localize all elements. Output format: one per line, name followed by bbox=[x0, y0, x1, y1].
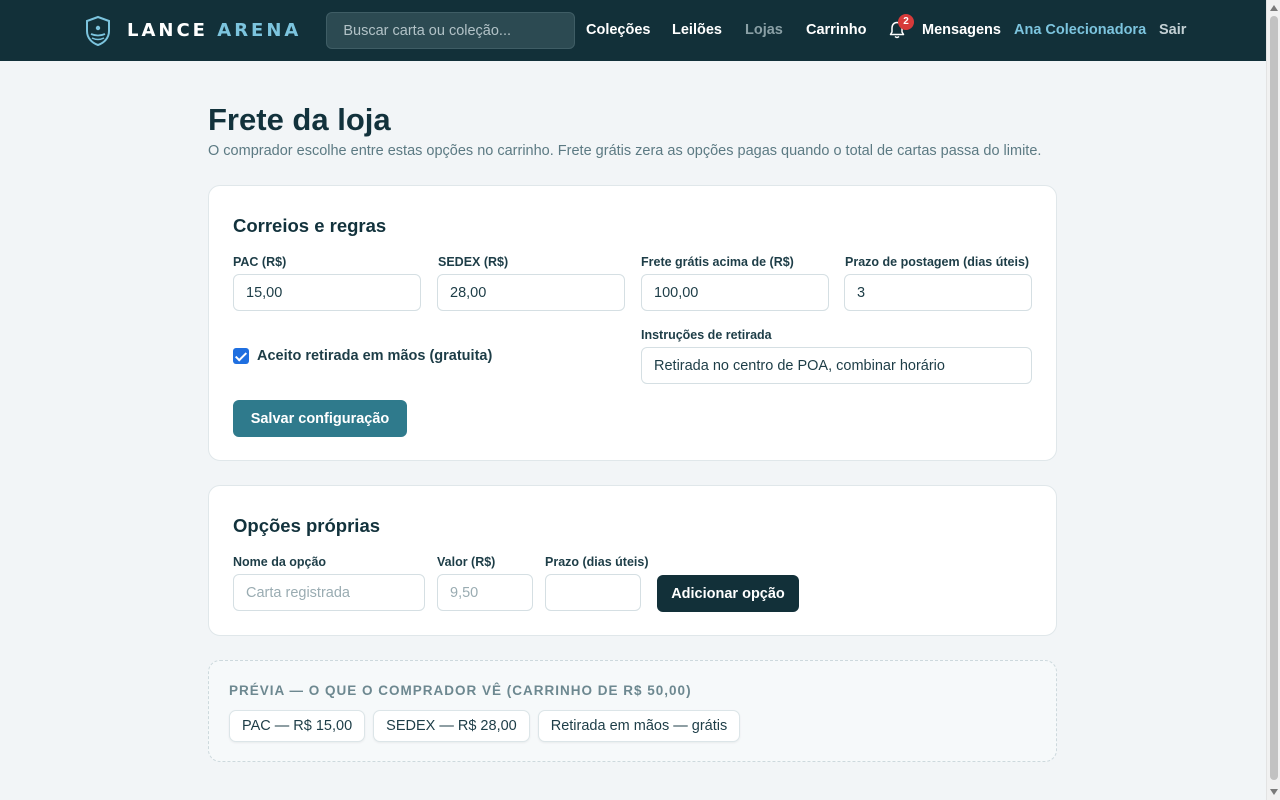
preview-chip-pac: PAC — R$ 15,00 bbox=[229, 710, 366, 742]
add-option-button[interactable]: Adicionar opção bbox=[657, 575, 799, 612]
page-scrollbar[interactable] bbox=[1266, 0, 1280, 800]
free-shipping-label: Frete grátis acima de (R$) bbox=[641, 255, 794, 269]
option-deadline-label: Prazo (dias úteis) bbox=[545, 555, 649, 569]
buyer-preview: PRÉVIA — O QUE O COMPRADOR VÊ (CARRINHO … bbox=[208, 660, 1057, 762]
scroll-up-arrow-icon[interactable] bbox=[1270, 5, 1278, 11]
brand-logo[interactable]: LANCE ARENA bbox=[84, 15, 301, 47]
nav-carrinho[interactable]: Carrinho bbox=[806, 22, 866, 38]
scroll-thumb[interactable] bbox=[1270, 16, 1278, 780]
nav-lojas[interactable]: Lojas bbox=[745, 22, 783, 38]
search-input[interactable] bbox=[326, 12, 576, 49]
option-deadline-input[interactable] bbox=[545, 574, 641, 611]
option-name-label: Nome da opção bbox=[233, 555, 327, 569]
notification-badge: 2 bbox=[898, 14, 914, 30]
nav-user[interactable]: Ana Colecionadora bbox=[1014, 22, 1146, 38]
correios-title: Correios e regras bbox=[233, 215, 387, 236]
preview-chip-pickup: Retirada em mãos — grátis bbox=[537, 710, 741, 742]
pickup-instructions-input[interactable] bbox=[641, 347, 1032, 384]
nav-leiloes[interactable]: Leilões bbox=[672, 22, 722, 38]
shield-icon bbox=[86, 15, 110, 46]
preview-chip-sedex: SEDEX — R$ 28,00 bbox=[373, 710, 530, 742]
pac-label: PAC (R$) bbox=[233, 255, 287, 269]
option-value-label: Valor (R$) bbox=[437, 555, 496, 569]
nav-colecoes[interactable]: Coleções bbox=[586, 22, 650, 38]
brand-name: LANCE ARENA bbox=[127, 20, 302, 41]
preview-chips: PAC — R$ 15,00 SEDEX — R$ 28,00 Retirada… bbox=[229, 710, 741, 742]
option-name-input[interactable] bbox=[233, 574, 425, 611]
custom-options-card: Opções próprias Nome da opção Valor (R$)… bbox=[208, 485, 1057, 636]
pac-input[interactable] bbox=[233, 274, 421, 311]
scroll-down-arrow-icon[interactable] bbox=[1270, 789, 1278, 795]
preview-title: PRÉVIA — O QUE O COMPRADOR VÊ (CARRINHO … bbox=[229, 683, 692, 698]
custom-options-title: Opções próprias bbox=[233, 515, 381, 536]
pickup-checkbox-label[interactable]: Aceito retirada em mãos (gratuita) bbox=[257, 348, 492, 364]
page-subtitle: O comprador escolhe entre estas opções n… bbox=[208, 143, 1042, 159]
sedex-input[interactable] bbox=[437, 274, 625, 311]
correios-card: Correios e regras PAC (R$) SEDEX (R$) Fr… bbox=[208, 185, 1057, 461]
option-value-input[interactable] bbox=[437, 574, 533, 611]
posting-deadline-input[interactable] bbox=[844, 274, 1032, 311]
pickup-checkbox[interactable] bbox=[233, 348, 249, 364]
nav-mensagens[interactable]: Mensagens bbox=[922, 22, 1001, 38]
sedex-label: SEDEX (R$) bbox=[438, 255, 509, 269]
pickup-instructions-label: Instruções de retirada bbox=[641, 328, 772, 342]
nav-sair[interactable]: Sair bbox=[1159, 22, 1186, 38]
save-config-button[interactable]: Salvar configuração bbox=[233, 400, 407, 437]
page-title: Frete da loja bbox=[208, 102, 391, 137]
posting-deadline-label: Prazo de postagem (dias úteis) bbox=[845, 255, 1030, 269]
free-shipping-input[interactable] bbox=[641, 274, 829, 311]
